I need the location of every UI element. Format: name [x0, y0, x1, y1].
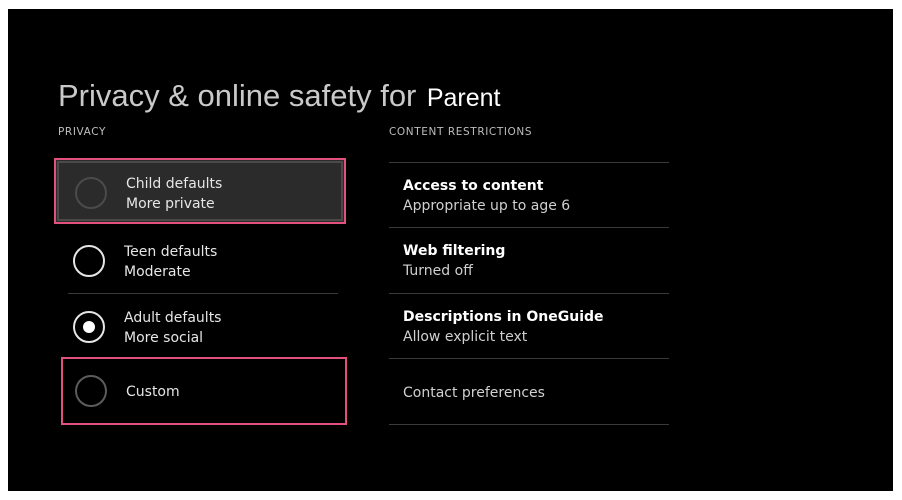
- privacy-section-label: PRIVACY: [58, 126, 106, 138]
- profile-name: Parent: [426, 84, 501, 112]
- option-subtitle: More social: [124, 330, 204, 346]
- option-child-defaults[interactable]: Child defaults More private: [54, 158, 346, 224]
- divider: [389, 227, 669, 228]
- option-name: Adult defaults: [124, 310, 222, 326]
- option-name: Custom: [126, 384, 180, 400]
- radio-icon: [73, 245, 105, 277]
- item-value: Allow explicit text: [403, 329, 528, 345]
- option-adult-defaults[interactable]: Adult defaults More social: [54, 294, 346, 360]
- option-name: Teen defaults: [124, 244, 218, 260]
- access-to-content-item[interactable]: Access to content Appropriate up to age …: [403, 176, 570, 216]
- option-custom[interactable]: Custom: [61, 357, 347, 425]
- item-title: Web filtering: [403, 243, 506, 259]
- item-title: Access to content: [403, 178, 544, 194]
- page-title: Privacy & online safety for Parent: [58, 78, 501, 114]
- descriptions-in-oneguide-item[interactable]: Descriptions in OneGuide Allow explicit …: [403, 307, 604, 347]
- divider: [389, 424, 669, 425]
- content-restrictions-section-label: CONTENT RESTRICTIONS: [389, 126, 533, 138]
- item-title: Descriptions in OneGuide: [403, 309, 604, 325]
- item-title: Contact preferences: [403, 385, 545, 401]
- radio-selected-icon: [73, 311, 105, 343]
- option-teen-defaults[interactable]: Teen defaults Moderate: [54, 228, 346, 294]
- radio-dot: [83, 321, 95, 333]
- web-filtering-item[interactable]: Web filtering Turned off: [403, 241, 505, 281]
- divider: [389, 293, 669, 294]
- item-value: Appropriate up to age 6: [403, 198, 571, 214]
- divider: [389, 358, 669, 359]
- contact-preferences-item[interactable]: Contact preferences: [403, 383, 545, 403]
- xbox-settings-screen: Privacy & online safety for Parent PRIVA…: [8, 9, 893, 491]
- radio-icon: [75, 177, 107, 209]
- item-value: Turned off: [403, 263, 473, 279]
- option-name: Child defaults: [126, 176, 223, 192]
- page-title-text: Privacy & online safety for: [58, 78, 417, 113]
- option-subtitle: More private: [126, 196, 215, 212]
- divider: [389, 162, 669, 163]
- radio-icon: [75, 375, 107, 407]
- option-subtitle: Moderate: [124, 264, 191, 280]
